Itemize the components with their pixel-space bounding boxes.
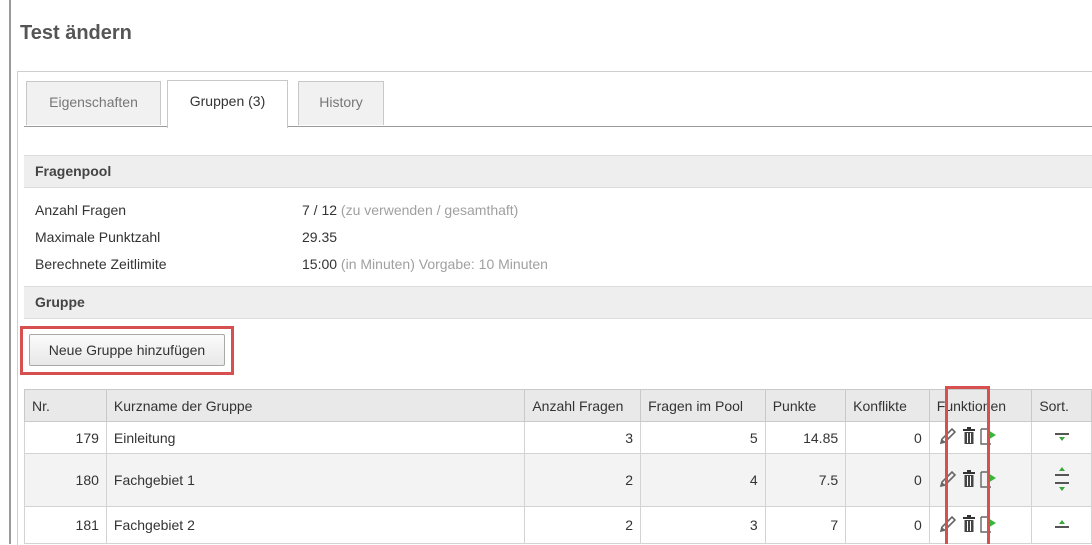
tab-history[interactable]: History bbox=[298, 81, 384, 125]
info-value-zeitlimite: 15:00 (in Minuten) Vorgabe: 10 Minuten bbox=[302, 256, 548, 272]
cell-nr: 181 bbox=[24, 506, 107, 544]
info-label-zeitlimite: Berechnete Zeitlimite bbox=[35, 256, 167, 272]
cell-sort bbox=[1031, 506, 1092, 544]
col-anzahl-fragen[interactable]: Anzahl Fragen bbox=[524, 389, 642, 422]
cell-punkte: 7 bbox=[764, 506, 847, 544]
cell-anzahl: 3 bbox=[524, 421, 642, 454]
cell-sort bbox=[1031, 453, 1092, 507]
col-kurzname[interactable]: Kurzname der Gruppe bbox=[105, 389, 526, 422]
cell-name: Fachgebiet 2 bbox=[105, 506, 526, 544]
value-extra: Vorgabe: 10 Minuten bbox=[414, 256, 548, 272]
tab-label: History bbox=[319, 94, 363, 110]
col-konflikte[interactable]: Konflikte bbox=[845, 389, 930, 422]
cell-pool: 3 bbox=[640, 506, 766, 544]
cell-pool: 4 bbox=[640, 453, 766, 507]
cell-konflikte: 0 bbox=[845, 421, 930, 454]
info-value-anzahl: 7 / 12 (zu verwenden / gesamthaft) bbox=[302, 202, 518, 218]
table-row[interactable]: 181 Fachgebiet 2 2 3 7 0 bbox=[24, 506, 1092, 544]
value-note: (in Minuten) bbox=[337, 256, 415, 272]
tab-label: Eigenschaften bbox=[49, 94, 138, 110]
tab-label: Gruppen (3) bbox=[189, 93, 266, 109]
table-row[interactable]: 179 Einleitung 3 5 14.85 0 bbox=[24, 421, 1092, 454]
tab-eigenschaften[interactable]: Eigenschaften bbox=[26, 81, 161, 125]
table-header-row: Nr. Kurzname der Gruppe Anzahl Fragen Fr… bbox=[24, 389, 1092, 422]
cell-sort bbox=[1031, 421, 1092, 454]
highlight-box-funktionen bbox=[945, 386, 990, 544]
info-label-anzahl: Anzahl Fragen bbox=[35, 202, 127, 218]
value-text: 29.35 bbox=[302, 229, 338, 245]
cell-punkte: 14.85 bbox=[764, 421, 847, 454]
cell-konflikte: 0 bbox=[845, 453, 930, 507]
value-note: (zu verwenden / gesamthaft) bbox=[337, 202, 519, 218]
cell-konflikte: 0 bbox=[845, 506, 930, 544]
tab-gruppen[interactable]: Gruppen (3) bbox=[167, 80, 288, 128]
table-row[interactable]: 180 Fachgebiet 1 2 4 7.5 0 bbox=[24, 453, 1092, 507]
page-title: Test ändern bbox=[20, 22, 132, 44]
cell-punkte: 7.5 bbox=[764, 453, 847, 507]
cell-anzahl: 2 bbox=[524, 453, 642, 507]
highlight-box-add-button bbox=[20, 326, 234, 375]
info-value-punktzahl: 29.35 bbox=[302, 229, 337, 245]
cell-nr: 179 bbox=[24, 421, 107, 454]
cell-anzahl: 2 bbox=[524, 506, 642, 544]
groups-table: Nr. Kurzname der Gruppe Anzahl Fragen Fr… bbox=[24, 389, 1092, 544]
col-sort: Sort. bbox=[1031, 389, 1092, 422]
col-punkte[interactable]: Punkte bbox=[764, 389, 847, 422]
cell-nr: 180 bbox=[24, 453, 107, 507]
section-header-fragenpool: Fragenpool bbox=[24, 155, 1092, 188]
cell-pool: 5 bbox=[640, 421, 766, 454]
value-text: 15:00 bbox=[302, 256, 338, 272]
sort-down-icon[interactable] bbox=[1054, 431, 1070, 443]
col-fragen-im-pool[interactable]: Fragen im Pool bbox=[640, 389, 766, 422]
info-label-punktzahl: Maximale Punktzahl bbox=[35, 229, 161, 245]
value-text: 7 / 12 bbox=[302, 202, 338, 218]
window-frame bbox=[9, 0, 11, 544]
section-header-gruppe: Gruppe bbox=[24, 286, 1092, 319]
col-nr[interactable]: Nr. bbox=[24, 389, 107, 422]
sort-up-icon[interactable] bbox=[1054, 518, 1070, 530]
cell-name: Einleitung bbox=[105, 421, 526, 454]
cell-name: Fachgebiet 1 bbox=[105, 453, 526, 507]
sort-up-down-icon[interactable] bbox=[1054, 464, 1070, 494]
